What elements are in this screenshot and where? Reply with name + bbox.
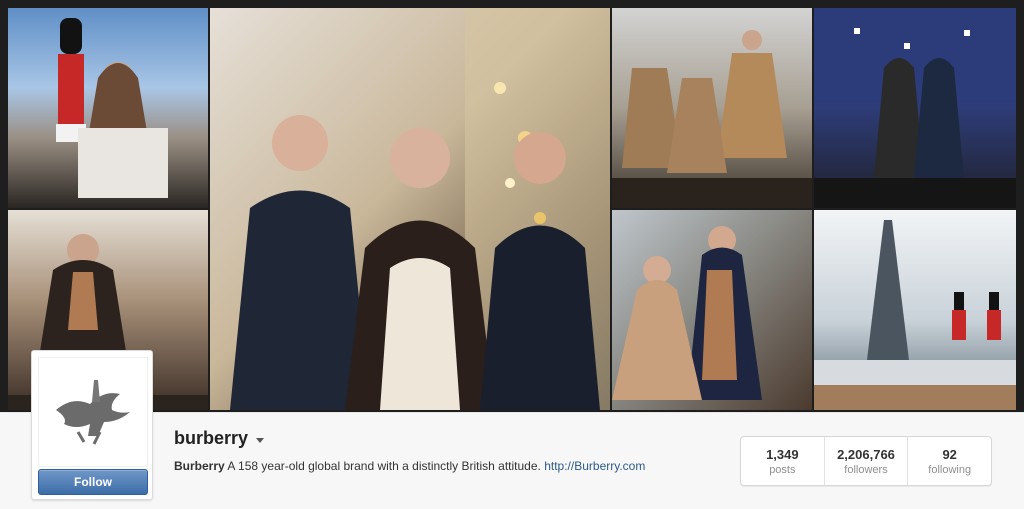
- photo-dancing-couple: [612, 226, 762, 400]
- bio: Burberry A 158 year-old global brand wit…: [174, 459, 645, 473]
- photo-tile[interactable]: [8, 8, 208, 208]
- username-row: burberry: [174, 428, 265, 449]
- photo-mosaic: [0, 0, 1024, 412]
- photo-tile[interactable]: [210, 8, 610, 410]
- bio-name: Burberry: [174, 459, 225, 473]
- profile-avatar-card: Follow: [31, 350, 153, 500]
- stat-following-label: following: [928, 463, 972, 476]
- avatar: [38, 357, 148, 467]
- stats-box: 1,349 posts 2,206,766 followers 92 follo…: [740, 436, 992, 486]
- stat-following[interactable]: 92 following: [908, 437, 991, 485]
- photo-eiffel-tower-soldiers: [814, 220, 1016, 410]
- photo-tile[interactable]: [814, 8, 1016, 208]
- photo-window-display-night: [814, 8, 1016, 208]
- stat-posts-count: 1,349: [766, 446, 799, 462]
- follow-button[interactable]: Follow: [38, 469, 148, 495]
- bio-link[interactable]: http://Burberry.com: [544, 459, 645, 473]
- photo-toy-soldier-rooftop: [56, 18, 168, 198]
- photo-runway-trench-coats: [612, 30, 812, 208]
- stat-followers-count: 2,206,766: [837, 446, 895, 462]
- photo-tile[interactable]: [612, 8, 812, 208]
- bio-text: A 158 year-old global brand with a disti…: [227, 459, 545, 473]
- photo-three-people-christmas-tree: [230, 8, 610, 410]
- stat-followers[interactable]: 2,206,766 followers: [825, 437, 909, 485]
- stat-followers-label: followers: [844, 463, 888, 476]
- photo-tile[interactable]: [814, 210, 1016, 410]
- stat-posts-label: posts: [769, 463, 796, 476]
- username: burberry: [174, 428, 249, 448]
- burberry-knight-logo-icon: [56, 380, 130, 445]
- photo-tile[interactable]: [612, 210, 812, 410]
- stat-posts[interactable]: 1,349 posts: [741, 437, 825, 485]
- stat-following-count: 92: [942, 446, 957, 462]
- caret-down-icon[interactable]: [256, 437, 265, 443]
